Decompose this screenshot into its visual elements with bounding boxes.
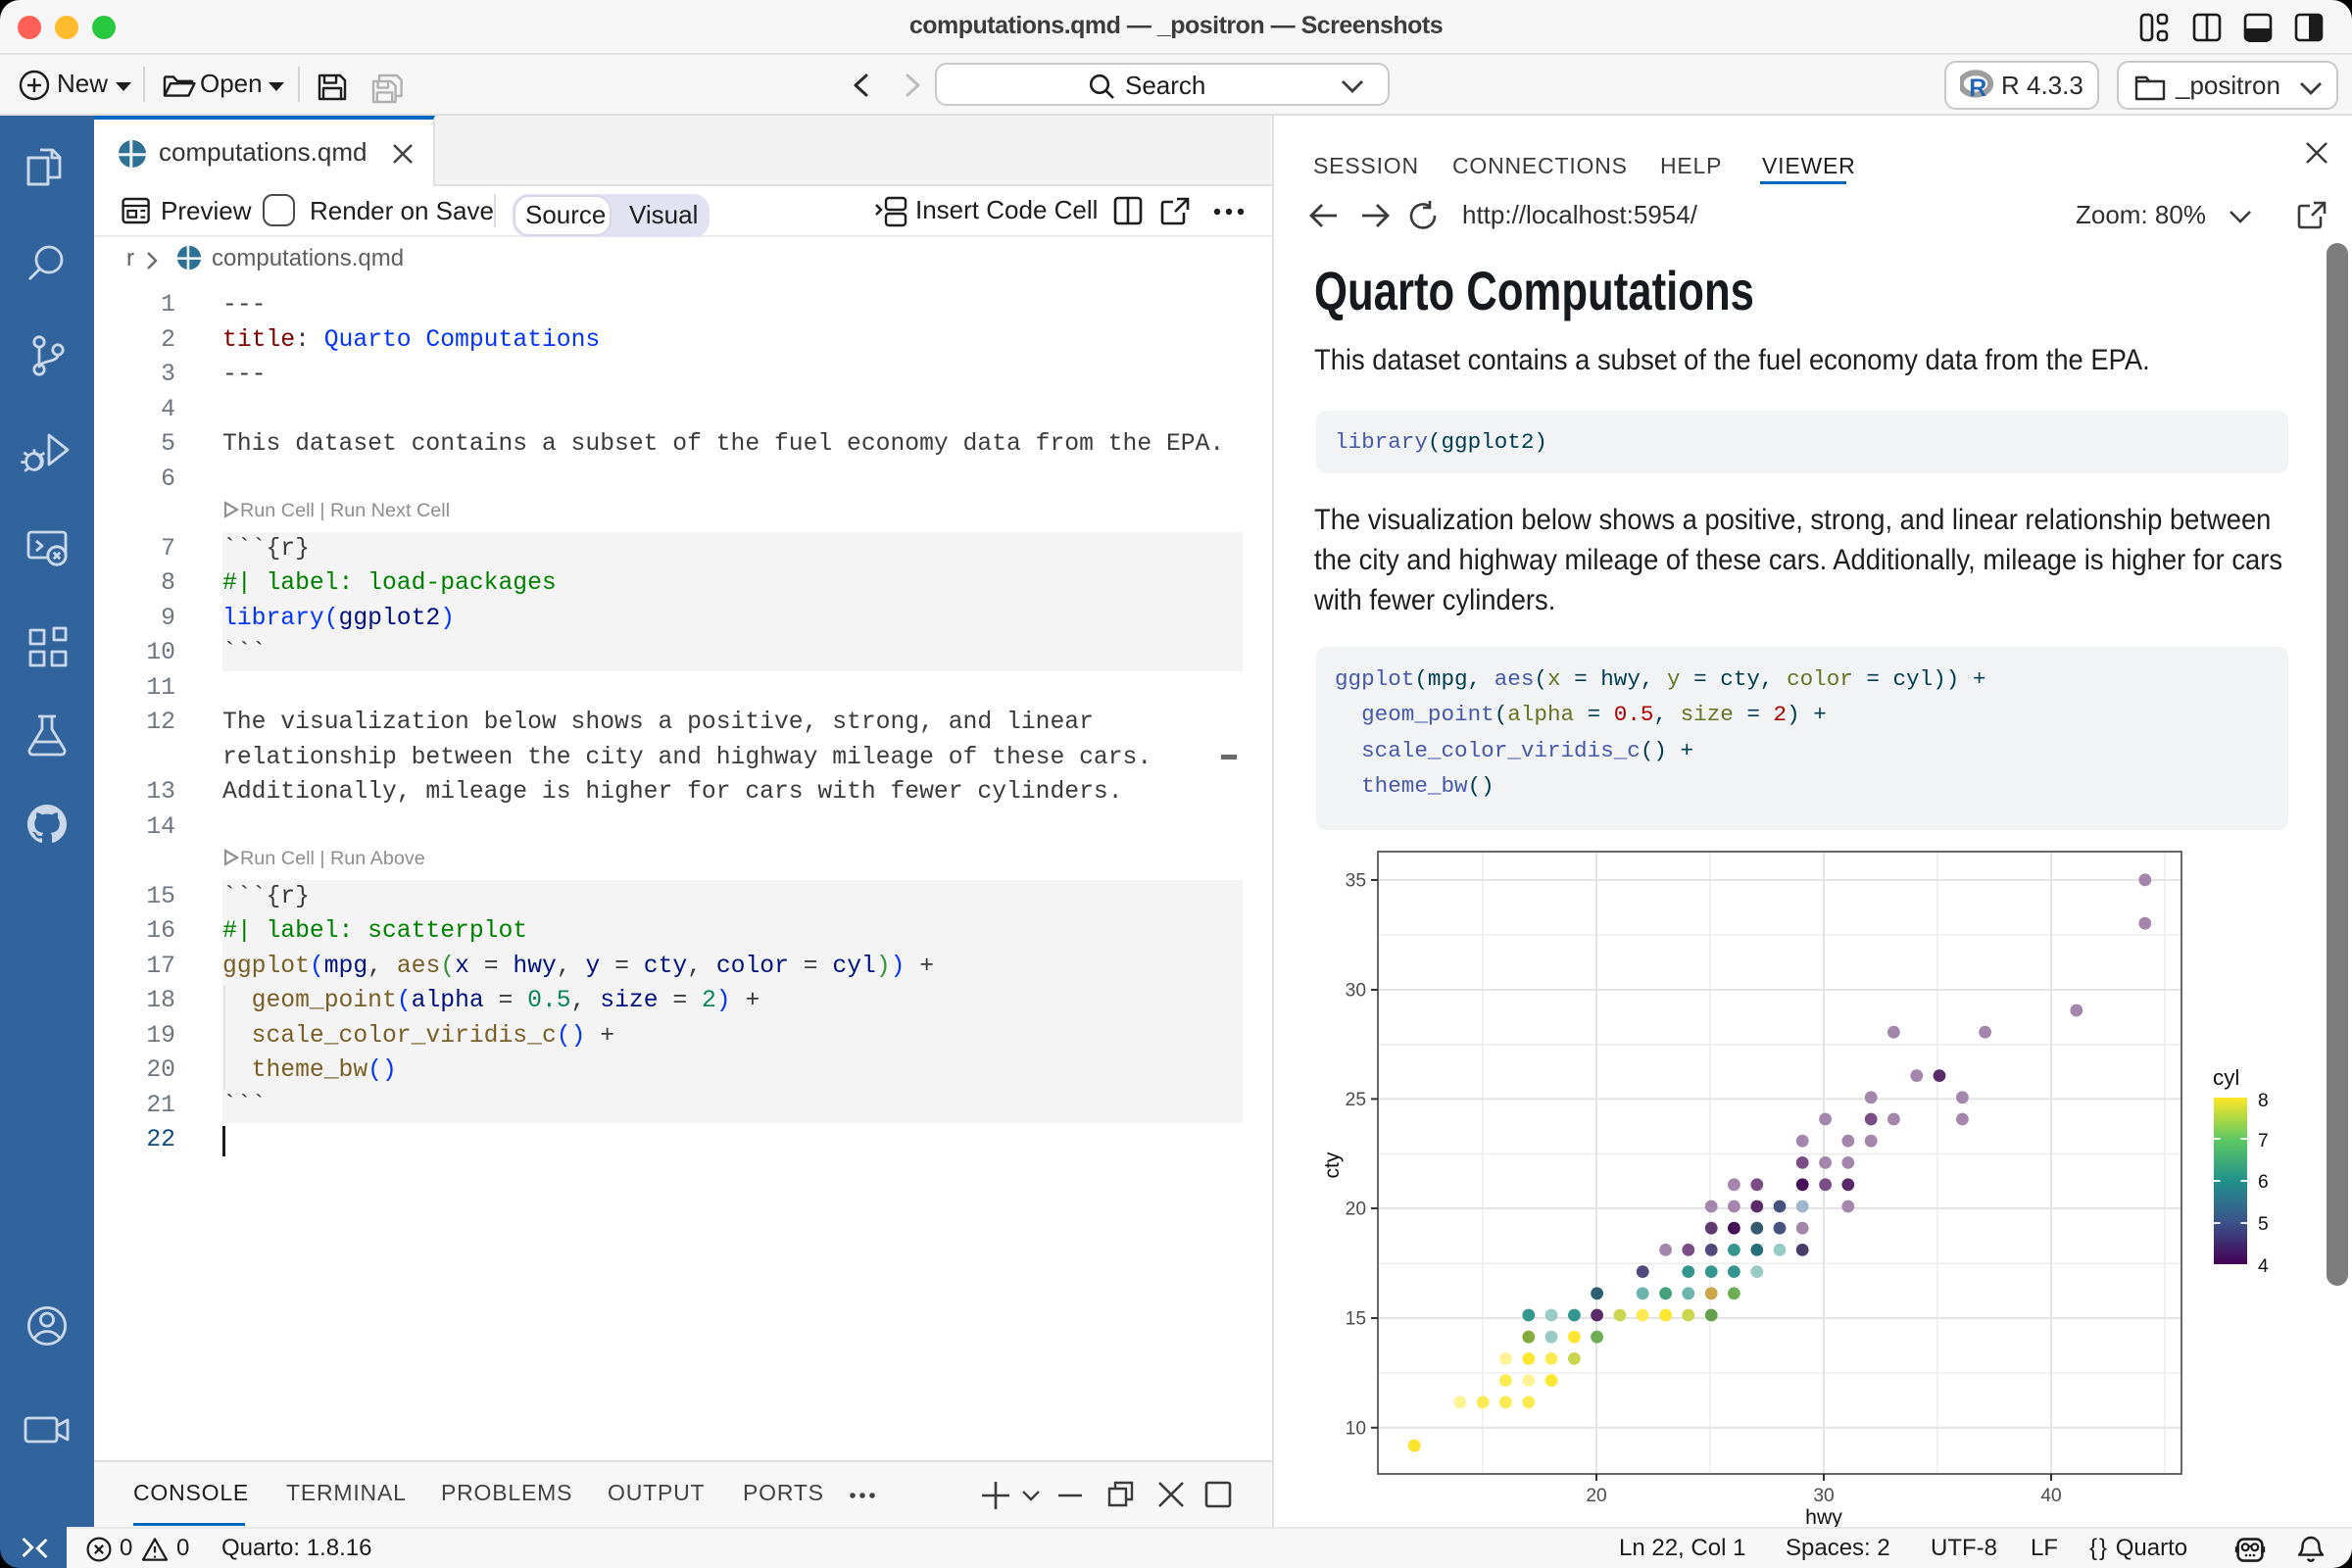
svg-text:35: 35	[1346, 871, 1366, 892]
svg-text:30: 30	[1813, 1486, 1834, 1506]
svg-text:15: 15	[1346, 1309, 1366, 1330]
svg-text:cty: cty	[1321, 1152, 1344, 1178]
svg-text:25: 25	[1346, 1090, 1366, 1110]
svg-text:30: 30	[1346, 981, 1366, 1002]
svg-text:R: R	[1969, 74, 1986, 101]
svg-text:7: 7	[2258, 1131, 2269, 1152]
svg-text:20: 20	[1586, 1486, 1606, 1506]
svg-text:20: 20	[1346, 1200, 1366, 1220]
svg-text:5: 5	[2258, 1214, 2269, 1235]
svg-text:10: 10	[1346, 1418, 1366, 1439]
svg-text:cyl: cyl	[2213, 1065, 2239, 1090]
svg-text:hwy: hwy	[1805, 1506, 1842, 1527]
svg-text:4: 4	[2258, 1256, 2269, 1277]
svg-text:8: 8	[2258, 1091, 2269, 1111]
svg-text:6: 6	[2258, 1172, 2269, 1193]
svg-text:40: 40	[2040, 1486, 2061, 1506]
